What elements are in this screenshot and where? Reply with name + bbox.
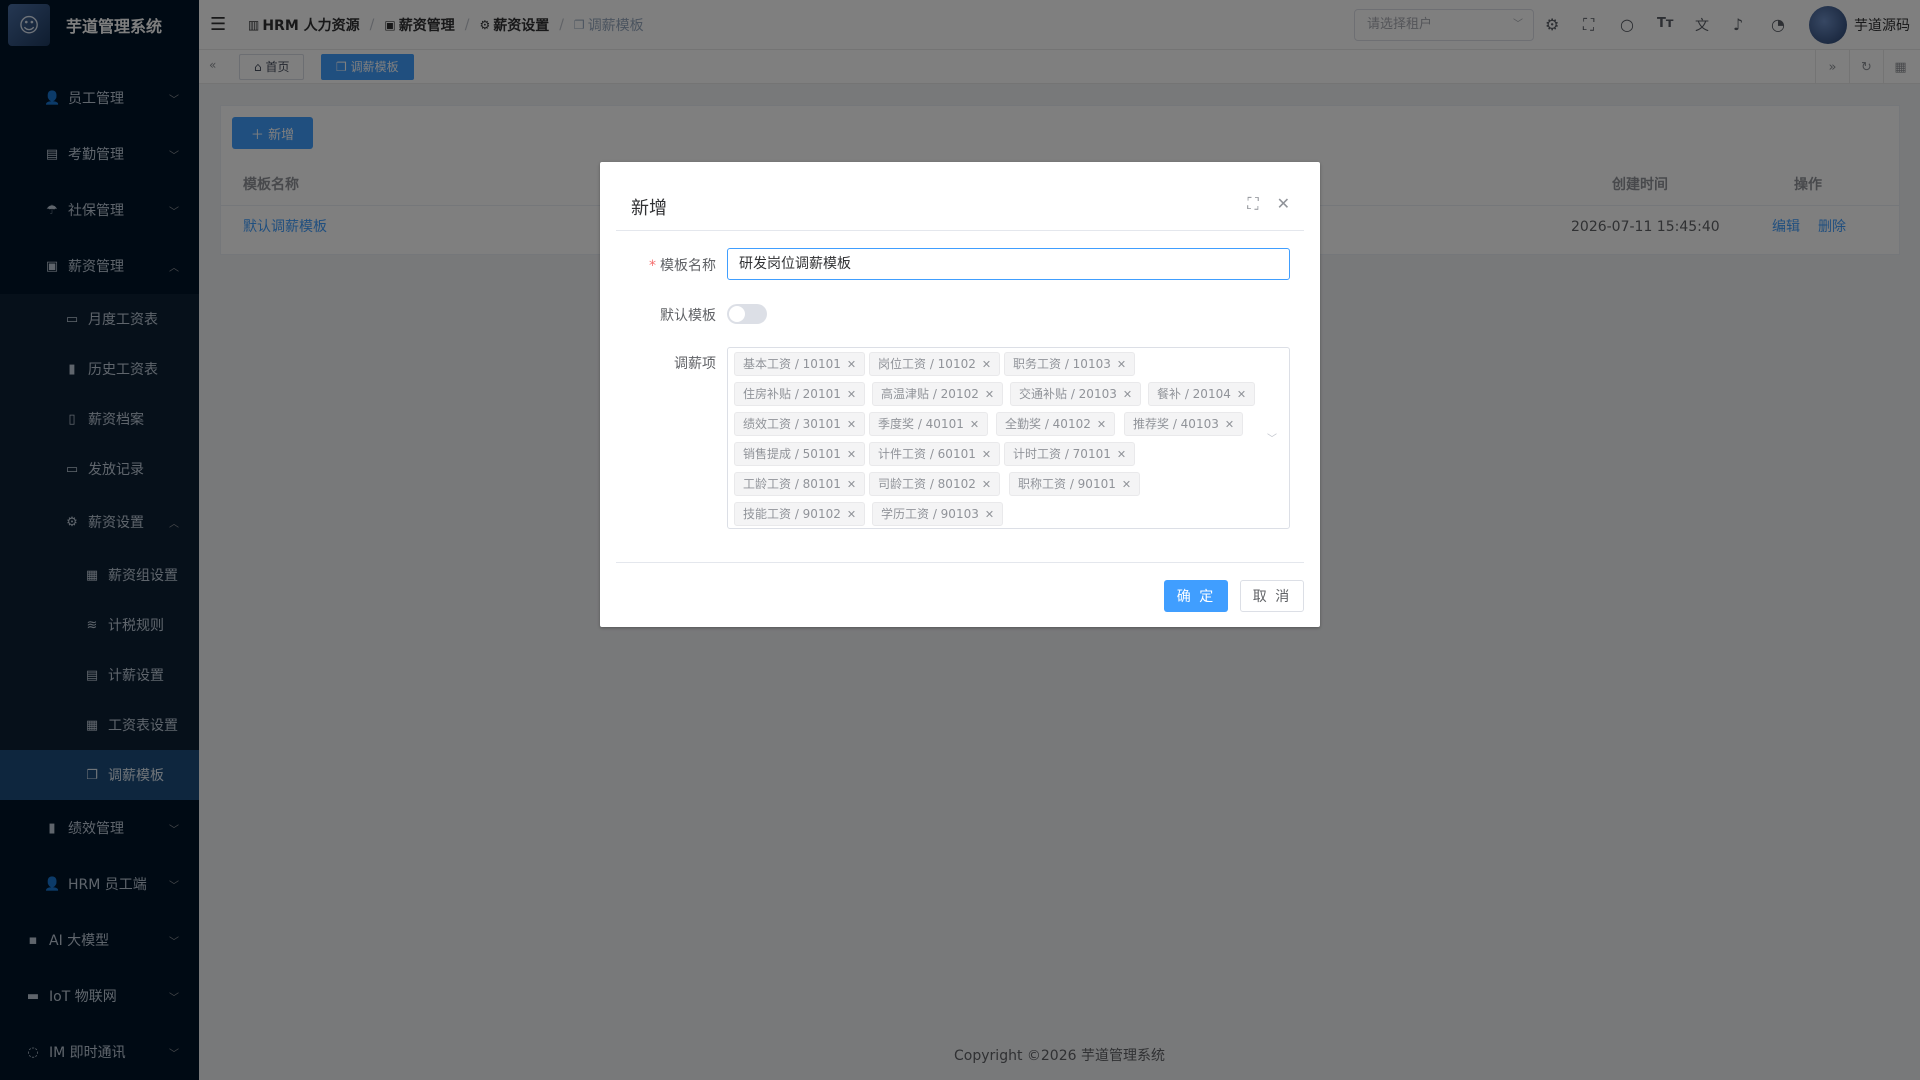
default-switch[interactable]: [727, 304, 767, 324]
salary-item-tag: 岗位工资 / 10102 ✕: [869, 352, 1001, 376]
salary-item-label: 销售提成 / 50101: [743, 447, 841, 461]
tag-close-icon[interactable]: ✕: [1225, 418, 1234, 431]
tag-close-icon[interactable]: ✕: [1117, 448, 1126, 461]
salary-item-tag: 技能工资 / 90102 ✕: [734, 502, 866, 526]
template-name-input[interactable]: 研发岗位调薪模板: [727, 248, 1290, 280]
tag-close-icon[interactable]: ✕: [1122, 478, 1131, 491]
salary-item-tag: 全勤奖 / 40102 ✕: [996, 412, 1116, 436]
salary-item-tag: 司龄工资 / 80102 ✕: [869, 472, 1001, 496]
tag-close-icon[interactable]: ✕: [847, 418, 856, 431]
salary-items-select[interactable]: 基本工资 / 10101 ✕ 岗位工资 / 10102 ✕ 职务工资 / 10103 ✕ 住…: [727, 347, 1290, 529]
salary-item-label: 季度奖 / 40101: [878, 417, 964, 431]
tag-close-icon[interactable]: ✕: [1097, 418, 1106, 431]
tag-close-icon[interactable]: ✕: [847, 478, 856, 491]
salary-item-label: 计时工资 / 70101: [1013, 447, 1111, 461]
chevron-down-icon: ﹀: [1267, 434, 1277, 445]
salary-item-tag: 餐补 / 20104 ✕: [1148, 382, 1256, 406]
tag-close-icon[interactable]: ✕: [985, 388, 994, 401]
salary-item-label: 职称工资 / 90101: [1018, 477, 1116, 491]
salary-item-label: 绩效工资 / 30101: [743, 417, 841, 431]
salary-item-tag: 职务工资 / 10103 ✕: [1004, 352, 1136, 376]
salary-item-label: 技能工资 / 90102: [743, 507, 841, 521]
salary-item-tag: 基本工资 / 10101 ✕: [734, 352, 866, 376]
tag-close-icon[interactable]: ✕: [970, 418, 979, 431]
salary-item-tag: 高温津贴 / 20102 ✕: [872, 382, 1004, 406]
name-label: * 模板名称: [649, 258, 716, 274]
add-dialog: 新增 ⛶ ✕ * 模板名称 研发岗位调薪模板 默认模板 调薪项 基本工资 / 10…: [600, 162, 1320, 627]
salary-item-label: 职务工资 / 10103: [1013, 357, 1111, 371]
close-icon[interactable]: ✕: [1277, 194, 1290, 214]
salary-item-label: 计件工资 / 60101: [878, 447, 976, 461]
tag-close-icon[interactable]: ✕: [982, 478, 991, 491]
salary-item-label: 餐补 / 20104: [1157, 387, 1231, 401]
confirm-button[interactable]: 确 定: [1164, 580, 1228, 612]
divider: [616, 230, 1304, 231]
tag-close-icon[interactable]: ✕: [982, 448, 991, 461]
salary-item-tag: 计时工资 / 70101 ✕: [1004, 442, 1136, 466]
salary-item-label: 推荐奖 / 40103: [1133, 417, 1219, 431]
default-label: 默认模板: [660, 308, 716, 324]
salary-item-tag: 绩效工资 / 30101 ✕: [734, 412, 866, 436]
tag-close-icon[interactable]: ✕: [847, 388, 856, 401]
salary-item-tag: 工龄工资 / 80101 ✕: [734, 472, 866, 496]
salary-item-label: 交通补贴 / 20103: [1019, 387, 1117, 401]
salary-item-tag: 季度奖 / 40101 ✕: [869, 412, 989, 436]
tag-close-icon[interactable]: ✕: [985, 508, 994, 521]
salary-item-tag: 交通补贴 / 20103 ✕: [1010, 382, 1142, 406]
salary-item-tag: 销售提成 / 50101 ✕: [734, 442, 866, 466]
items-label: 调薪项: [674, 356, 716, 372]
salary-item-label: 高温津贴 / 20102: [881, 387, 979, 401]
salary-item-tag: 职称工资 / 90101 ✕: [1009, 472, 1141, 496]
tag-close-icon[interactable]: ✕: [847, 358, 856, 371]
salary-item-label: 司龄工资 / 80102: [878, 477, 976, 491]
fullscreen-icon[interactable]: ⛶: [1247, 194, 1258, 214]
dialog-title: 新增: [631, 198, 667, 219]
switch-knob: [729, 306, 745, 322]
salary-item-label: 学历工资 / 90103: [881, 507, 979, 521]
divider: [616, 562, 1304, 563]
cancel-button[interactable]: 取 消: [1240, 580, 1304, 612]
salary-item-tag: 学历工资 / 90103 ✕: [872, 502, 1004, 526]
salary-item-label: 住房补贴 / 20101: [743, 387, 841, 401]
salary-item-tag: 住房补贴 / 20101 ✕: [734, 382, 866, 406]
salary-item-label: 岗位工资 / 10102: [878, 357, 976, 371]
salary-item-tag: 推荐奖 / 40103 ✕: [1124, 412, 1244, 436]
tag-close-icon[interactable]: ✕: [1117, 358, 1126, 371]
tag-close-icon[interactable]: ✕: [847, 508, 856, 521]
tag-close-icon[interactable]: ✕: [1123, 388, 1132, 401]
salary-item-label: 基本工资 / 10101: [743, 357, 841, 371]
tag-close-icon[interactable]: ✕: [847, 448, 856, 461]
tag-close-icon[interactable]: ✕: [1237, 388, 1246, 401]
salary-item-tag: 计件工资 / 60101 ✕: [869, 442, 1001, 466]
salary-item-label: 全勤奖 / 40102: [1005, 417, 1091, 431]
salary-item-label: 工龄工资 / 80101: [743, 477, 841, 491]
tag-close-icon[interactable]: ✕: [982, 358, 991, 371]
